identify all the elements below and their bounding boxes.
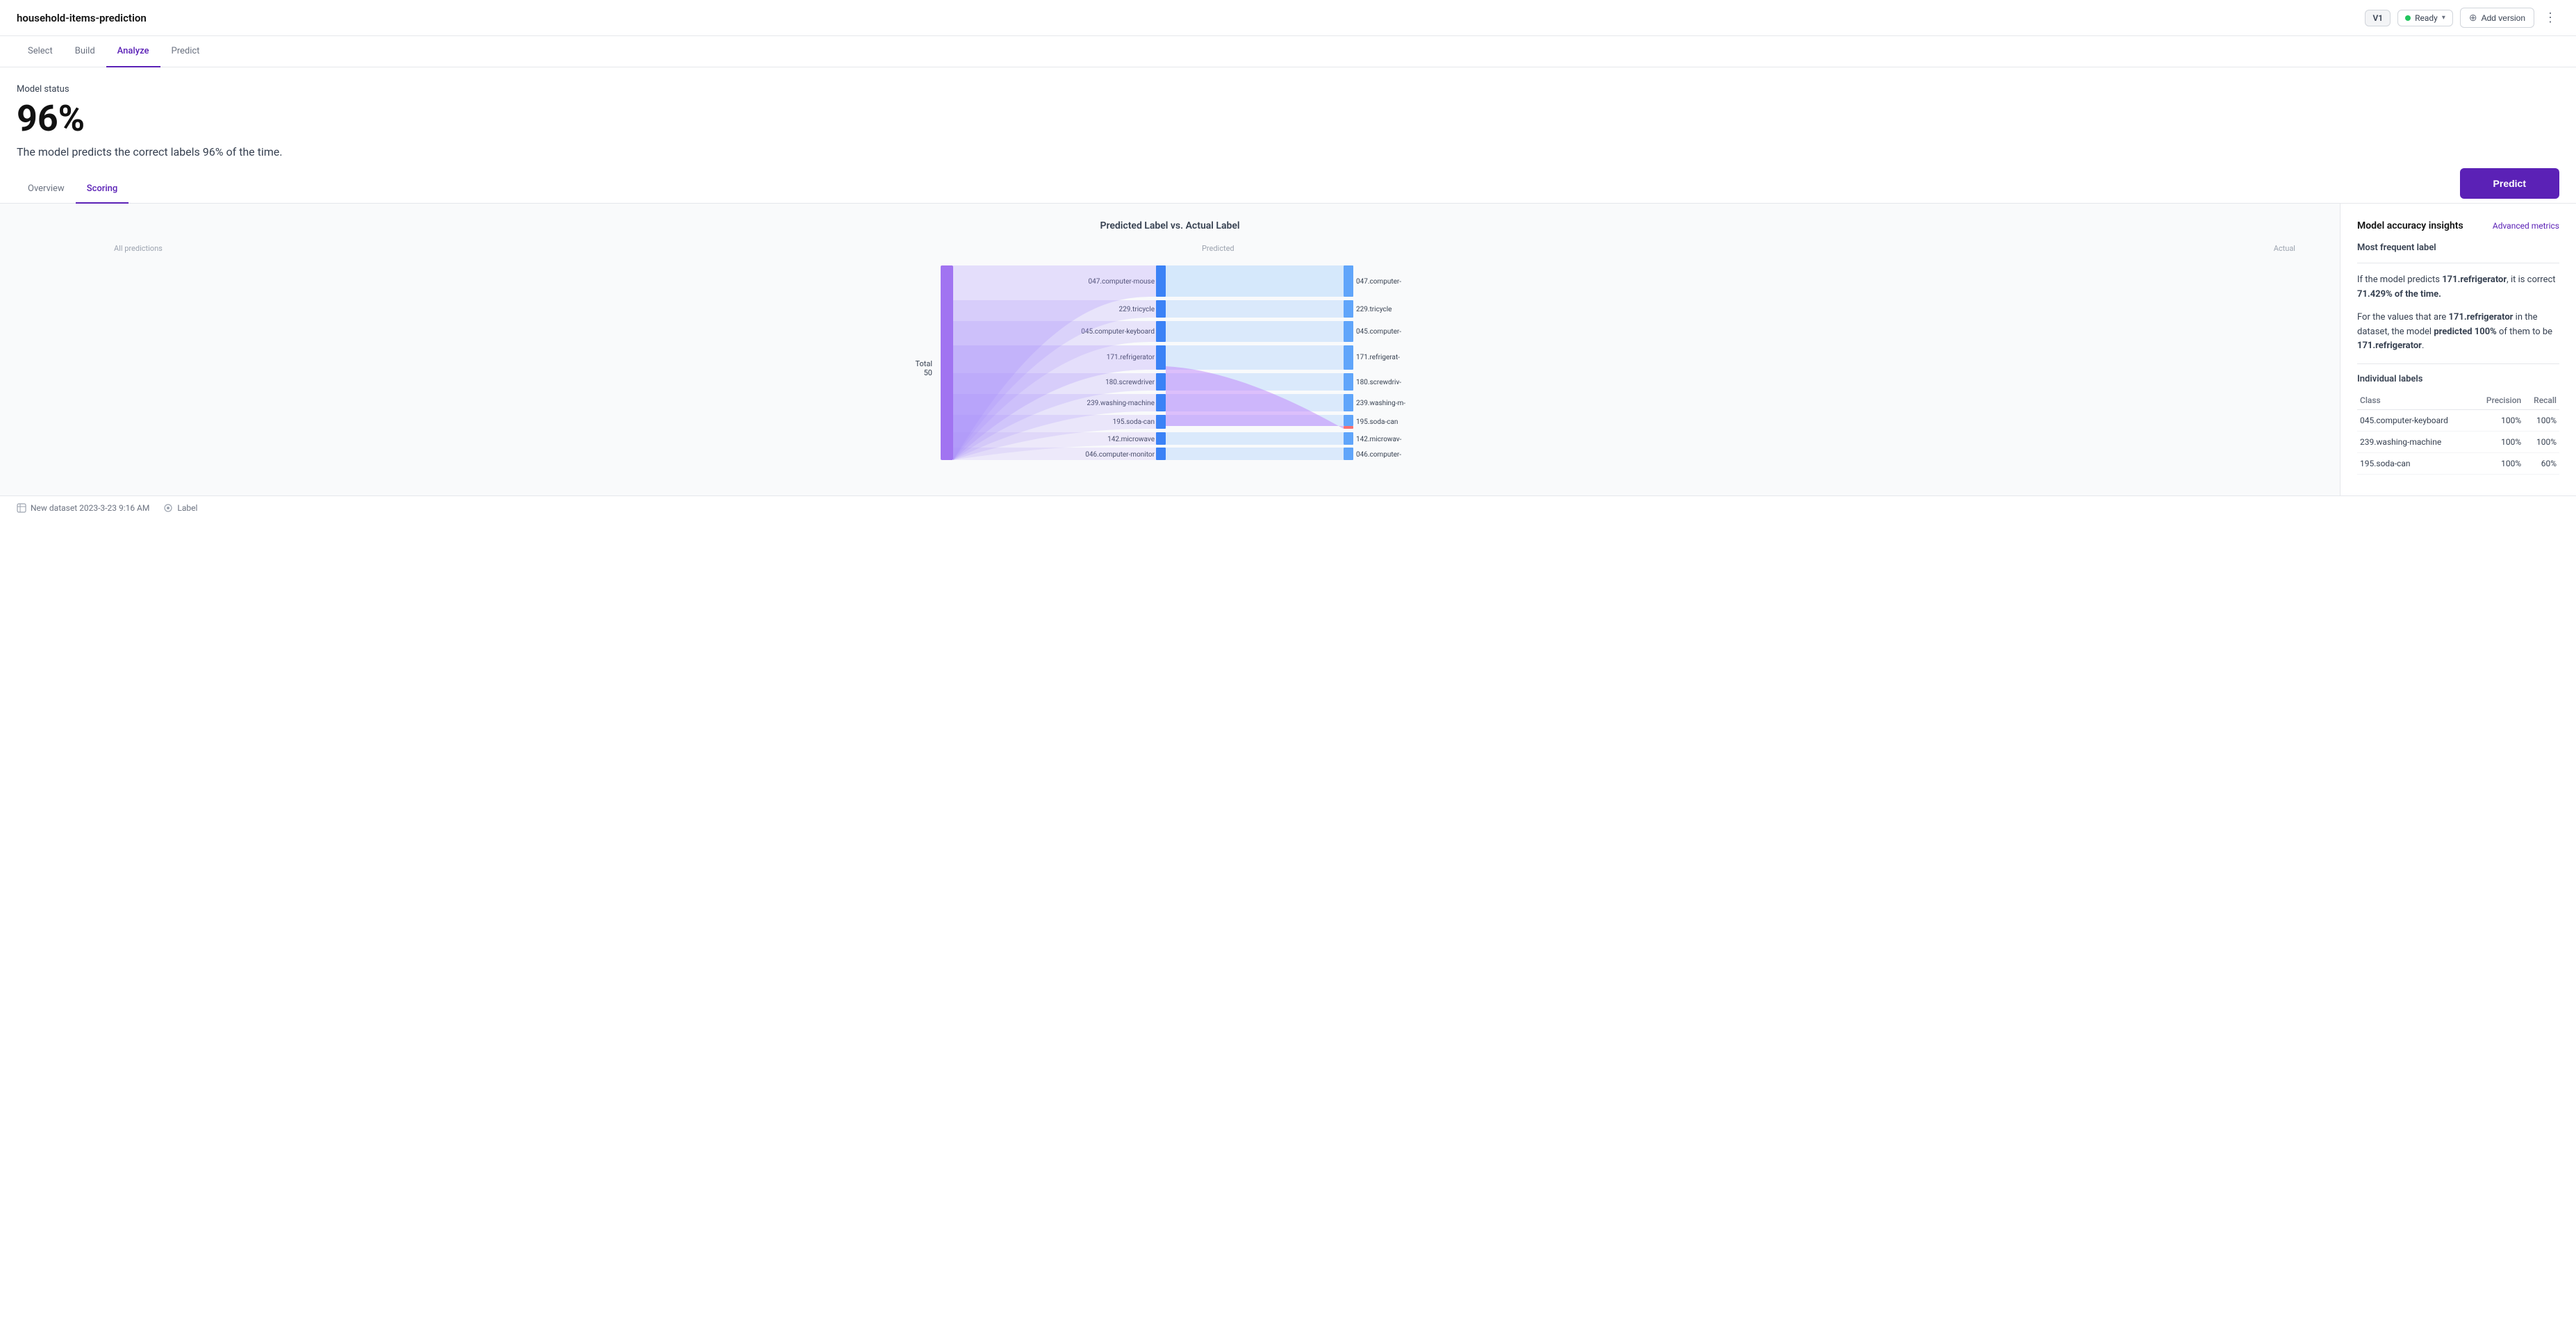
more-options-icon[interactable]: ⋮: [2541, 8, 2559, 28]
col-all-predictions: All predictions: [114, 244, 163, 253]
predict-button-top[interactable]: Predict: [2460, 168, 2559, 199]
tab-select[interactable]: Select: [17, 36, 64, 67]
app-title: household-items-prediction: [17, 12, 147, 24]
footer-target: Label: [163, 503, 197, 513]
svg-text:195.soda-can: 195.soda-can: [1356, 418, 1398, 426]
add-version-label: Add version: [2482, 13, 2525, 23]
table-row: 045.computer-keyboard 100% 100%: [2357, 410, 2559, 432]
col-predicted: Predicted: [1202, 244, 1235, 253]
sankey-chart: Total 50 047.computer-mouse 229.tricycle…: [17, 259, 2323, 467]
footer-dataset: New dataset 2023-3-23 9:16 AM: [17, 503, 149, 513]
svg-text:229.tricycle: 229.tricycle: [1356, 306, 1392, 313]
svg-text:239.washing-m-: 239.washing-m-: [1356, 400, 1405, 407]
top-right-controls: V1 Ready ▾ ⊕ Add version ⋮: [2365, 8, 2559, 28]
panel-header: Model accuracy insights Advanced metrics: [2357, 220, 2559, 231]
svg-text:Total: Total: [915, 359, 932, 368]
top-bar: household-items-prediction V1 Ready ▾ ⊕ …: [0, 0, 2576, 36]
status-dot: [2405, 15, 2411, 21]
add-version-button[interactable]: ⊕ Add version: [2460, 8, 2534, 28]
target-icon: [163, 503, 173, 513]
right-panel: Model accuracy insights Advanced metrics…: [2340, 204, 2576, 495]
footer-dataset-label: New dataset 2023-3-23 9:16 AM: [31, 503, 149, 513]
model-status-section: Model status 96% The model predicts the …: [0, 67, 2576, 172]
nav-tabs: Select Build Analyze Predict: [0, 36, 2576, 67]
insight-text-1: If the model predicts 171.refrigerator, …: [2357, 273, 2559, 302]
svg-text:171.refrigerat-: 171.refrigerat-: [1356, 353, 1400, 361]
chart-title: Predicted Label vs. Actual Label: [17, 220, 2323, 231]
main-content: Predicted Label vs. Actual Label All pre…: [0, 204, 2576, 495]
tab-build[interactable]: Build: [64, 36, 106, 67]
table-row: 195.soda-can 100% 60%: [2357, 453, 2559, 475]
recall-cell: 60%: [2524, 453, 2559, 475]
footer: New dataset 2023-3-23 9:16 AM Label: [0, 495, 2576, 520]
model-accuracy: 96%: [17, 99, 2559, 138]
individual-labels-title: Individual labels: [2357, 374, 2559, 384]
status-pill[interactable]: Ready ▾: [2397, 10, 2453, 26]
panel-title: Model accuracy insights: [2357, 220, 2463, 231]
col-header-precision: Precision: [2474, 391, 2524, 410]
most-frequent-label-title: Most frequent label: [2357, 243, 2559, 253]
sub-tabs: Overview Scoring: [0, 175, 2576, 204]
content-wrapper: Model status 96% The model predicts the …: [0, 67, 2576, 520]
model-status-label: Model status: [17, 84, 2559, 95]
model-description: The model predicts the correct labels 96…: [17, 145, 2559, 158]
sub-tab-overview[interactable]: Overview: [17, 175, 76, 204]
col-actual: Actual: [2274, 244, 2295, 253]
precision-cell: 100%: [2474, 410, 2524, 432]
precision-cell: 100%: [2474, 453, 2524, 475]
col-header-recall: Recall: [2524, 391, 2559, 410]
class-cell: 239.washing-machine: [2357, 432, 2474, 453]
advanced-metrics-link[interactable]: Advanced metrics: [2493, 221, 2559, 231]
precision-cell: 100%: [2474, 432, 2524, 453]
table-row: 239.washing-machine 100% 100%: [2357, 432, 2559, 453]
sub-tab-scoring[interactable]: Scoring: [76, 175, 129, 204]
divider-2: [2357, 363, 2559, 364]
svg-text:047.computer-: 047.computer-: [1356, 278, 1401, 286]
svg-text:180.screwdriv-: 180.screwdriv-: [1356, 379, 1401, 386]
footer-target-label: Label: [177, 503, 197, 513]
version-badge[interactable]: V1: [2365, 10, 2391, 26]
class-cell: 045.computer-keyboard: [2357, 410, 2474, 432]
insight-text-2: For the values that are 171.refrigerator…: [2357, 311, 2559, 354]
status-label: Ready: [2415, 13, 2438, 23]
dataset-icon: [17, 503, 26, 513]
labels-table: Class Precision Recall 045.computer-keyb…: [2357, 391, 2559, 475]
tab-predict[interactable]: Predict: [160, 36, 211, 67]
class-cell: 195.soda-can: [2357, 453, 2474, 475]
svg-text:046.computer-: 046.computer-: [1356, 451, 1401, 459]
svg-text:142.microwav-: 142.microwav-: [1356, 436, 1402, 443]
chevron-down-icon: ▾: [2442, 14, 2445, 22]
recall-cell: 100%: [2524, 432, 2559, 453]
tab-analyze[interactable]: Analyze: [106, 36, 160, 67]
chart-area: Predicted Label vs. Actual Label All pre…: [0, 204, 2340, 495]
svg-text:50: 50: [924, 368, 932, 377]
plus-circle-icon: ⊕: [2469, 12, 2477, 24]
recall-cell: 100%: [2524, 410, 2559, 432]
col-header-class: Class: [2357, 391, 2474, 410]
svg-text:045.computer-: 045.computer-: [1356, 328, 1401, 336]
chart-column-labels: All predictions Predicted Actual: [17, 244, 2323, 259]
